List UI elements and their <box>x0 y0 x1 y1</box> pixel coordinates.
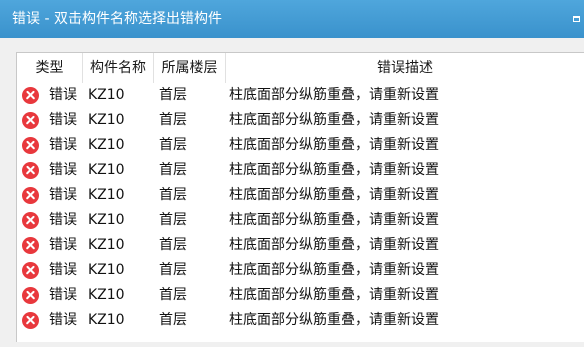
error-type: 错误 <box>49 262 77 278</box>
component-name[interactable]: KZ10 <box>88 108 125 133</box>
error-description: 柱底面部分纵筋重叠，请重新设置 <box>229 162 439 178</box>
error-description: 柱底面部分纵筋重叠，请重新设置 <box>229 287 439 303</box>
error-type: 错误 <box>49 287 77 303</box>
floor-name: 首层 <box>159 162 187 178</box>
error-description: 柱底面部分纵筋重叠，请重新设置 <box>229 312 439 328</box>
table-row[interactable]: 错误 KZ10 首层 柱底面部分纵筋重叠，请重新设置 <box>17 308 584 333</box>
error-icon <box>22 287 39 304</box>
table-row[interactable]: 错误 KZ10 首层 柱底面部分纵筋重叠，请重新设置 <box>17 233 584 258</box>
table-row[interactable]: 错误 KZ10 首层 柱底面部分纵筋重叠，请重新设置 <box>17 258 584 283</box>
column-header-name[interactable]: 构件名称 <box>83 53 154 83</box>
component-name[interactable]: KZ10 <box>88 208 125 233</box>
error-type: 错误 <box>49 112 77 128</box>
table-row[interactable]: 错误 KZ10 首层 柱底面部分纵筋重叠，请重新设置 <box>17 108 584 133</box>
error-description: 柱底面部分纵筋重叠，请重新设置 <box>229 87 439 103</box>
error-icon <box>22 312 39 329</box>
table-row[interactable]: 错误 KZ10 首层 柱底面部分纵筋重叠，请重新设置 <box>17 208 584 233</box>
error-description: 柱底面部分纵筋重叠，请重新设置 <box>229 212 439 228</box>
column-header-type[interactable]: 类型 <box>17 53 83 83</box>
component-name[interactable]: KZ10 <box>88 233 125 258</box>
error-icon <box>22 162 39 179</box>
table-row[interactable]: 错误 KZ10 首层 柱底面部分纵筋重叠，请重新设置 <box>17 133 584 158</box>
table-row[interactable]: 错误 KZ10 首层 柱底面部分纵筋重叠，请重新设置 <box>17 283 584 308</box>
component-name[interactable]: KZ10 <box>88 83 125 108</box>
component-name[interactable]: KZ10 <box>88 283 125 308</box>
error-icon <box>22 187 39 204</box>
component-name[interactable]: KZ10 <box>88 258 125 283</box>
error-type: 错误 <box>49 162 77 178</box>
component-name[interactable]: KZ10 <box>88 308 125 333</box>
table-body: 错误 KZ10 首层 柱底面部分纵筋重叠，请重新设置 错误 KZ10 首层 柱底面部分纵筋重叠… <box>17 83 584 333</box>
floor-name: 首层 <box>159 287 187 303</box>
error-description: 柱底面部分纵筋重叠，请重新设置 <box>229 237 439 253</box>
floor-name: 首层 <box>159 212 187 228</box>
floor-name: 首层 <box>159 112 187 128</box>
error-icon <box>22 137 39 154</box>
floor-name: 首层 <box>159 137 187 153</box>
table-row[interactable]: 错误 KZ10 首层 柱底面部分纵筋重叠，请重新设置 <box>17 83 584 108</box>
floor-name: 首层 <box>159 87 187 103</box>
table-row[interactable]: 错误 KZ10 首层 柱底面部分纵筋重叠，请重新设置 <box>17 158 584 183</box>
error-description: 柱底面部分纵筋重叠，请重新设置 <box>229 187 439 203</box>
floor-name: 首层 <box>159 237 187 253</box>
error-icon <box>22 262 39 279</box>
error-type: 错误 <box>49 137 77 153</box>
error-icon <box>22 237 39 254</box>
error-type: 错误 <box>49 237 77 253</box>
error-description: 柱底面部分纵筋重叠，请重新设置 <box>229 262 439 278</box>
component-name[interactable]: KZ10 <box>88 183 125 208</box>
floor-name: 首层 <box>159 262 187 278</box>
error-type: 错误 <box>49 212 77 228</box>
component-name[interactable]: KZ10 <box>88 158 125 183</box>
floor-name: 首层 <box>159 312 187 328</box>
error-icon <box>22 87 39 104</box>
window-title: 错误 - 双击构件名称选择出错构件 <box>12 11 222 27</box>
column-header-floor[interactable]: 所属楼层 <box>154 53 226 83</box>
error-dialog: 错误 - 双击构件名称选择出错构件 类型 构件名称 所属楼层 错误描述 错误 KZ… <box>0 0 584 347</box>
error-description: 柱底面部分纵筋重叠，请重新设置 <box>229 112 439 128</box>
component-name[interactable]: KZ10 <box>88 133 125 158</box>
error-description: 柱底面部分纵筋重叠，请重新设置 <box>229 137 439 153</box>
maximize-icon[interactable] <box>573 16 580 22</box>
error-icon <box>22 112 39 129</box>
floor-name: 首层 <box>159 187 187 203</box>
title-bar[interactable]: 错误 - 双击构件名称选择出错构件 <box>0 0 584 38</box>
error-list: 类型 构件名称 所属楼层 错误描述 错误 KZ10 首层 柱底面部分纵筋重叠，请重新设… <box>16 52 584 342</box>
table-row[interactable]: 错误 KZ10 首层 柱底面部分纵筋重叠，请重新设置 <box>17 183 584 208</box>
table-header: 类型 构件名称 所属楼层 错误描述 <box>17 53 584 83</box>
error-icon <box>22 212 39 229</box>
error-type: 错误 <box>49 187 77 203</box>
error-type: 错误 <box>49 312 77 328</box>
column-header-description[interactable]: 错误描述 <box>226 53 584 83</box>
error-type: 错误 <box>49 87 77 103</box>
